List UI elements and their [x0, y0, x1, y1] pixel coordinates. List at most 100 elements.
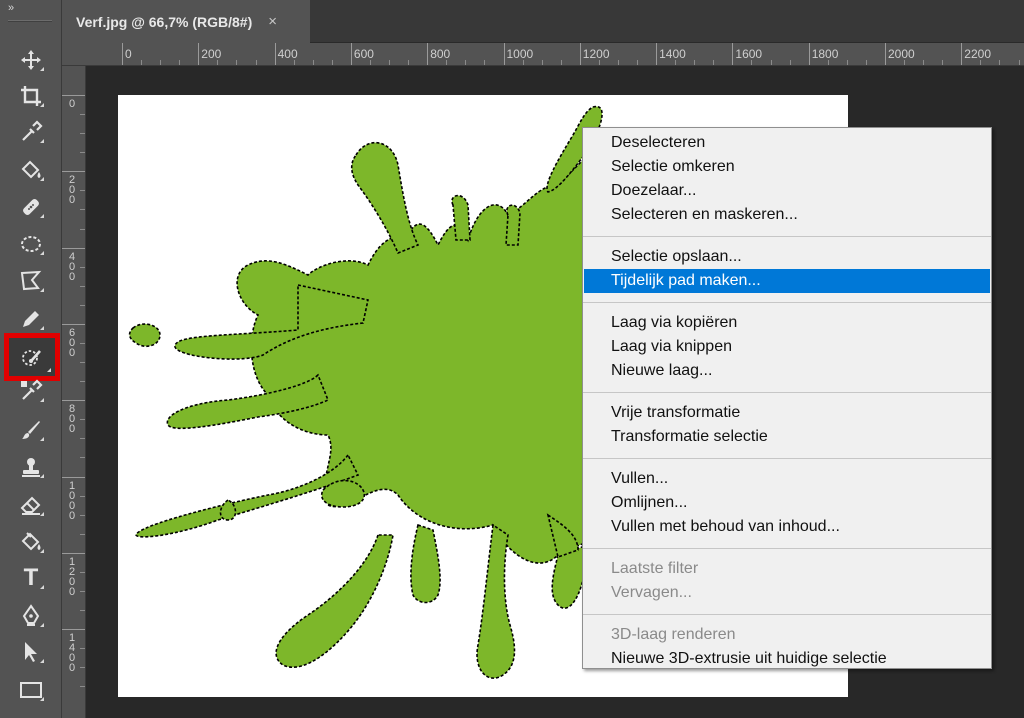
ruler-minor-tick: [1018, 60, 1020, 65]
menu-separator: [583, 458, 991, 459]
menu-item-selecteren-en-maskeren[interactable]: Selecteren en maskeren...: [583, 203, 991, 227]
ruler-minor-tick: [789, 60, 791, 65]
type-icon: T: [23, 564, 39, 591]
ruler-minor-tick: [80, 209, 85, 211]
ruler-label: 2000: [888, 47, 915, 61]
toolbar-grip[interactable]: [8, 20, 52, 22]
ruler-minor-tick: [904, 60, 906, 65]
eraser-tool-button[interactable]: [12, 489, 50, 521]
ruler-minor-tick: [923, 60, 925, 65]
ruler-tick: [350, 43, 352, 65]
horizontal-ruler[interactable]: 0 200 400 600 800 1000 1200 1400 1600 1800 2000 220…: [62, 43, 1024, 66]
ruler-minor-tick: [217, 60, 219, 65]
menu-item-3d-laag-renderen: 3D-laag renderen: [611, 626, 736, 643]
ruler-label: 400: [68, 250, 76, 283]
ruler-minor-tick: [179, 60, 181, 65]
ruler-minor-tick: [160, 60, 162, 65]
pen-brush-tool-button[interactable]: [12, 303, 50, 335]
ruler-label: 0: [68, 98, 76, 110]
ruler-tick: [427, 43, 429, 65]
ruler-minor-tick: [408, 60, 410, 65]
ruler-label: 600: [68, 326, 76, 359]
clone-stamp-tool-button[interactable]: [12, 451, 50, 483]
menu-item-tijdelijk-pad-maken[interactable]: Tijdelijk pad maken...: [584, 269, 990, 293]
brush-tool-button[interactable]: [12, 414, 50, 446]
ruler-minor-tick: [522, 60, 524, 65]
ruler-minor-tick: [617, 60, 619, 65]
paint-bucket-tool-button[interactable]: [12, 154, 50, 186]
rectangle-tool-button[interactable]: [12, 674, 50, 706]
ruler-minor-tick: [331, 60, 333, 65]
ruler-tick: [503, 43, 505, 65]
ruler-minor-tick: [865, 60, 867, 65]
ruler-minor-tick: [80, 133, 85, 135]
menu-item-doezelaar[interactable]: Doezelaar...: [583, 179, 991, 203]
ruler-minor-tick: [999, 60, 1001, 65]
menu-item-vrije-transformatie[interactable]: Vrije transformatie: [583, 401, 991, 425]
ruler-minor-tick: [80, 266, 85, 268]
ruler-minor-tick: [80, 590, 85, 592]
menu-item-nieuwe-3d-extrusie-uit-huidige-selectie[interactable]: Nieuwe 3D-extrusie uit huidige selectie: [583, 647, 991, 671]
ruler-tick: [62, 552, 85, 554]
ruler-label: 2200: [964, 47, 991, 61]
color-sampler-tool-button[interactable]: [12, 375, 50, 407]
tools-panel: » T: [0, 0, 62, 718]
menu-item-omlijnen[interactable]: Omlijnen...: [583, 491, 991, 515]
ruler-label: 1000: [68, 479, 76, 522]
vertical-ruler[interactable]: 0 200 400 600 800 1000 1200 1400: [62, 66, 86, 718]
close-icon[interactable]: ×: [268, 13, 277, 30]
photoshop-window: » T Verf.jpg @ 66,7% (RGB/8#) × 0 200 40…: [0, 0, 1024, 718]
path-selection-tool-button[interactable]: [12, 636, 50, 668]
menu-item-laag-via-kopiëren[interactable]: Laag via kopiëren: [583, 311, 991, 335]
ruler-label: 1200: [68, 555, 76, 598]
type-tool-button[interactable]: T: [12, 562, 50, 594]
ruler-minor-tick: [827, 60, 829, 65]
ruler-tick: [62, 171, 85, 173]
ruler-tick: [656, 43, 658, 65]
ruler-minor-tick: [598, 60, 600, 65]
ruler-minor-tick: [80, 190, 85, 192]
menu-item-selectie-opslaan[interactable]: Selectie opslaan...: [583, 245, 991, 269]
ruler-minor-tick: [694, 60, 696, 65]
ruler-minor-tick: [80, 381, 85, 383]
quick-selection-tool-button[interactable]: [4, 333, 60, 381]
menu-item-selectie-omkeren[interactable]: Selectie omkeren: [583, 155, 991, 179]
menu-item-vullen[interactable]: Vullen...: [583, 467, 991, 491]
collapse-panel-icon[interactable]: »: [8, 2, 14, 14]
ruler-minor-tick: [713, 60, 715, 65]
move-tool-button[interactable]: [12, 44, 50, 76]
document-tab[interactable]: Verf.jpg @ 66,7% (RGB/8#) ×: [62, 0, 310, 43]
menu-item-vervagen: Vervagen...: [611, 584, 692, 601]
ruler-tick: [885, 43, 886, 65]
ruler-minor-tick: [942, 60, 944, 65]
menu-separator: [583, 236, 991, 237]
crop-tool-button[interactable]: [12, 80, 50, 112]
ruler-minor-tick: [80, 285, 85, 287]
gradient-fill-tool-button[interactable]: [12, 526, 50, 558]
healing-brush-tool-button[interactable]: [12, 191, 50, 223]
menu-item-transformatie-selectie[interactable]: Transformatie selectie: [583, 425, 991, 449]
ruler-tick: [579, 43, 581, 65]
ruler-tick: [732, 43, 734, 65]
ruler-tick: [62, 476, 85, 478]
menu-item-deselecteren[interactable]: Deselecteren: [583, 131, 991, 155]
ruler-label: 1800: [811, 47, 839, 61]
elliptical-marquee-tool-button[interactable]: [12, 228, 50, 260]
ruler-tick: [961, 43, 963, 65]
menu-separator: [583, 614, 991, 615]
polygonal-lasso-tool-button[interactable]: [12, 265, 50, 297]
document-tab-bar: Verf.jpg @ 66,7% (RGB/8#) ×: [62, 0, 1024, 43]
ruler-label: 1400: [68, 632, 76, 675]
menu-item-nieuwe-laag[interactable]: Nieuwe laag...: [583, 359, 991, 383]
ruler-minor-tick: [141, 60, 143, 65]
ruler-label: 800: [68, 403, 76, 436]
eyedropper-tool-button[interactable]: [12, 116, 50, 148]
menu-item-vullen-met-behoud-van-inhoud[interactable]: Vullen met behoud van inhoud...: [583, 515, 991, 539]
context-menu: Deselecteren Selectie omkeren Doezelaar...…: [582, 127, 992, 669]
ruler-minor-tick: [80, 419, 85, 421]
ruler-label: 600: [353, 47, 374, 61]
ruler-minor-tick: [80, 342, 85, 344]
menu-item-laag-via-knippen[interactable]: Laag via knippen: [583, 335, 991, 359]
ruler-label: 1200: [582, 47, 610, 61]
pen-tool-button[interactable]: [12, 600, 50, 632]
